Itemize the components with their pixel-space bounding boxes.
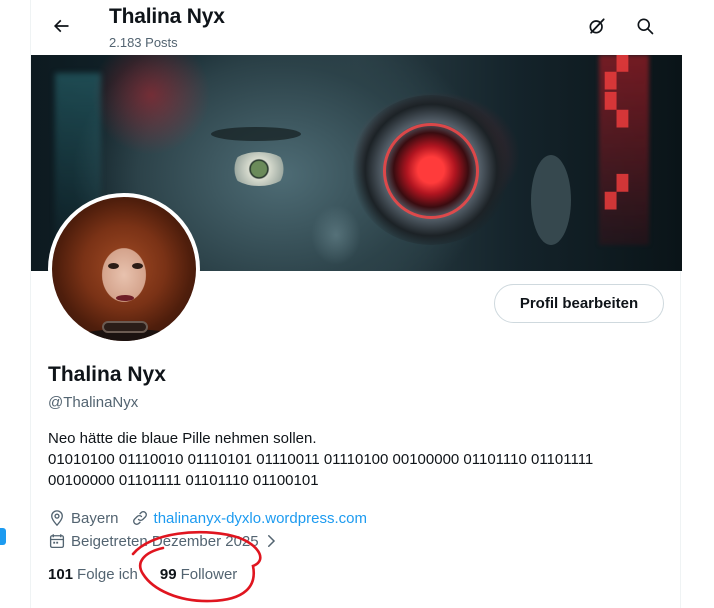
header-title: Thalina Nyx <box>109 5 225 28</box>
location-text: Bayern <box>71 509 119 527</box>
profile-header-bar: Thalina Nyx 2.183 Posts <box>31 0 682 55</box>
search-button[interactable] <box>627 8 663 44</box>
header-post-count: 2.183 Posts <box>109 35 178 50</box>
following-link[interactable]: 101 Folge ich <box>48 566 138 583</box>
joined-text: Beigetreten Dezember 2025 <box>71 532 259 550</box>
profile-website: thalinanyx-dyxlo.wordpress.com <box>131 509 367 527</box>
profile-location: Bayern <box>48 509 119 527</box>
grok-icon <box>589 18 605 34</box>
calendar-icon <box>49 534 65 549</box>
followers-count: 99 <box>159 566 177 583</box>
edit-profile-button[interactable]: Profil bearbeiten <box>494 284 664 323</box>
profile-handle: @ThalinaNyx <box>48 394 139 411</box>
link-icon <box>132 511 147 525</box>
profile-bio: Neo hätte die blaue Pille nehmen sollen.… <box>48 428 668 491</box>
followers-label: Follower <box>180 566 238 583</box>
following-count: 101 <box>48 566 74 583</box>
profile-display-name: Thalina Nyx <box>48 363 166 386</box>
back-button[interactable] <box>43 8 79 44</box>
grok-button[interactable] <box>579 8 615 44</box>
profile-joined-row: Beigetreten Dezember 2025 <box>48 530 285 552</box>
profile-column: Thalina Nyx 2.183 Posts ▞ ▚ ▞ Profil bea… <box>30 0 682 608</box>
profile-joined[interactable]: Beigetreten Dezember 2025 <box>48 532 285 550</box>
side-tab-indicator <box>0 528 6 545</box>
profile-meta-row: Bayern thalinanyx-dyxlo.wordpress.com <box>48 507 367 529</box>
follow-stats: 101 Folge ich 99 Follower <box>48 566 237 583</box>
location-pin-icon <box>51 510 63 527</box>
website-link[interactable]: thalinanyx-dyxlo.wordpress.com <box>154 510 367 527</box>
followers-link[interactable]: 99 Follower <box>160 566 237 583</box>
following-label: Folge ich <box>77 566 138 583</box>
bio-line: Neo hätte die blaue Pille nehmen sollen. <box>48 430 317 447</box>
arrow-left-icon <box>53 19 69 33</box>
search-icon <box>637 18 654 35</box>
bio-line: 00100000 01101111 01101110 01100101 <box>48 472 319 489</box>
bio-line: 01010100 01110010 01110101 01110011 0111… <box>48 451 594 468</box>
profile-avatar[interactable] <box>48 193 200 345</box>
chevron-right-icon <box>267 535 275 547</box>
